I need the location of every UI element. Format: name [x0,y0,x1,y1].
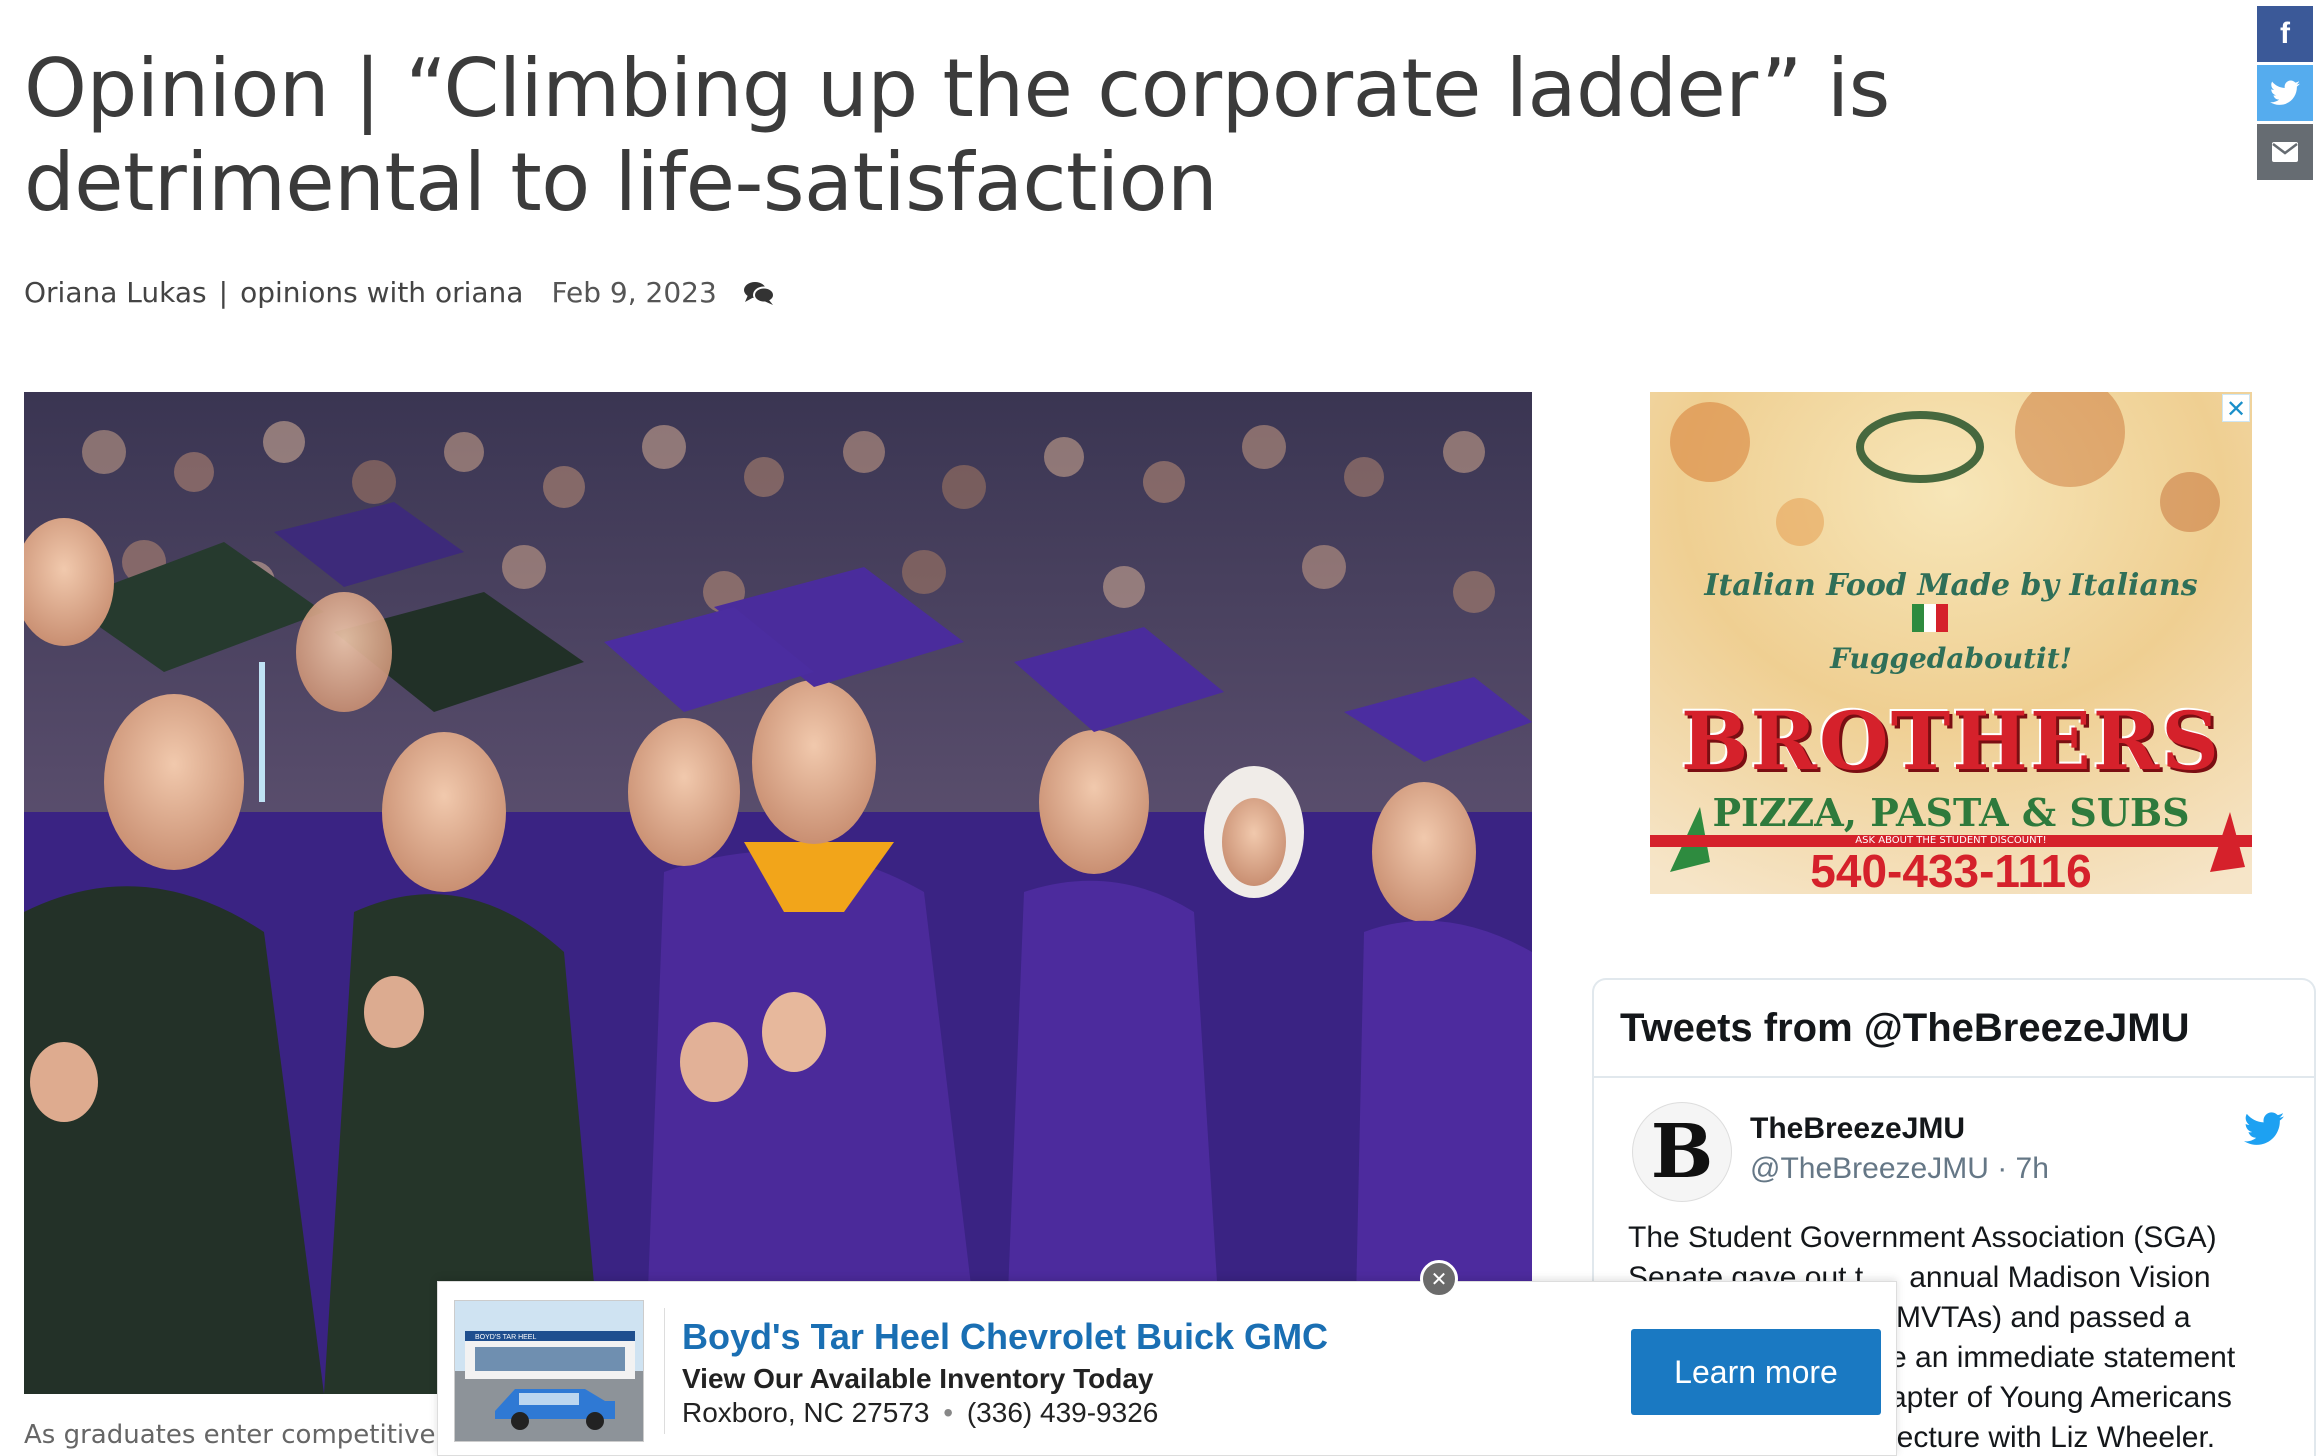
photo-caption: As graduates enter competitive wo [24,1420,444,1450]
close-icon[interactable]: ✕ [1420,1260,1458,1298]
twitter-bird-icon[interactable] [2244,1112,2284,1146]
tweet-line: The Student Government Association (SGA) [1628,1221,2217,1254]
tweet-author-handle[interactable]: @TheBreezeJMU · 7h [1750,1152,2049,1186]
dealership-image: BOYD'S TAR HEEL [455,1301,643,1441]
dealer-sign: BOYD'S TAR HEEL [475,1334,536,1341]
article-photo [24,392,1532,1394]
learn-more-button[interactable]: Learn more [1631,1329,1881,1415]
graduates-photo [24,392,1532,1394]
column-name[interactable]: opinions with oriana [240,276,523,309]
byline: Oriana Lukas | opinions with oriana Feb … [24,276,775,309]
byline-separator: | [218,276,229,309]
timeline-divider [1594,1076,2314,1078]
share-bar: f [2257,6,2313,183]
dealer-phone[interactable]: (336) 439-9326 [967,1397,1158,1428]
comments-icon[interactable] [743,280,775,306]
dealer-ad-subtitle: View Our Available Inventory Today [682,1363,1154,1394]
timeline-title[interactable]: Tweets from @TheBreezeJMU [1620,1006,2190,1051]
dealer-ad-divider [664,1308,665,1434]
pizza-ad-brand: BROTHERS [1680,694,2222,788]
dealer-ad-title[interactable]: Boyd's Tar Heel Chevrolet Buick GMC [682,1316,1328,1358]
pizza-ad-subtitle: PIZZA, PASTA & SUBS [1712,790,2190,835]
contact-dot: • [943,1397,954,1428]
twitter-share-button[interactable] [2257,65,2313,121]
avatar-letter: B [1650,1109,1714,1195]
pizza-ad-phone: 540-433-1116 [1810,845,2092,894]
pizza-ad-tagline: Italian Food Made by Italians [1704,568,2198,603]
pizza-ad-slogan: Fuggedaboutit! [1830,642,2072,675]
publish-date: Feb 9, 2023 [551,276,717,309]
dealer-ad-thumbnail: BOYD'S TAR HEEL [454,1300,644,1442]
dealer-address: Roxboro, NC 27573 [682,1397,930,1428]
ad-close-button[interactable]: ✕ [2222,394,2250,423]
facebook-icon: f [2280,17,2290,50]
tweet-author-name[interactable]: TheBreezeJMU [1750,1112,1965,1146]
email-share-button[interactable] [2257,124,2313,180]
avatar[interactable]: B [1632,1102,1732,1202]
author-link[interactable]: Oriana Lukas [24,276,207,309]
facebook-share-button[interactable]: f [2257,6,2313,62]
pizza-ad[interactable]: Italian Food Made by Italians Fuggedabou… [1650,392,2252,894]
article-headline: Opinion | “Climbing up the corporate lad… [24,42,1890,229]
email-icon [2272,142,2298,162]
twitter-icon [2270,80,2300,105]
dealer-ad-banner[interactable]: BOYD'S TAR HEEL Boyd's Tar Heel Chevrole… [437,1281,1897,1456]
dealer-ad-contact: Roxboro, NC 27573 • (336) 439-9326 [682,1397,1158,1429]
